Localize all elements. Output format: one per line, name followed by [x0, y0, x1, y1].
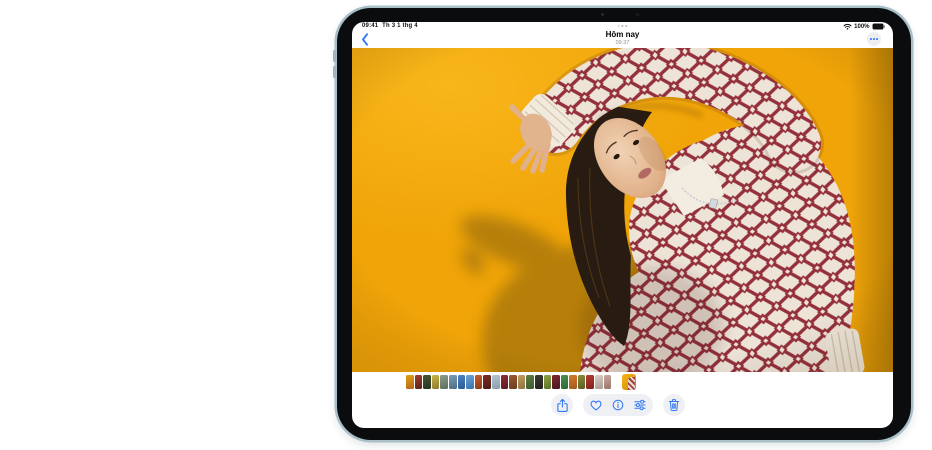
status-time: 09:41	[362, 23, 378, 29]
filmstrip-thumbnail[interactable]	[492, 375, 500, 389]
ellipsis-icon	[870, 38, 872, 40]
battery-icon	[872, 23, 885, 30]
filmstrip-selected-thumbnail[interactable]	[622, 374, 636, 390]
page: 09:41 Th 3 1 thg 4 100% Hôm nay	[0, 0, 932, 450]
favorite-button[interactable]	[587, 396, 605, 414]
delete-button[interactable]	[663, 394, 685, 416]
filmstrip-thumbnail[interactable]	[535, 375, 543, 389]
filmstrip-thumbnail[interactable]	[578, 375, 586, 389]
filmstrip-thumbnail[interactable]	[483, 375, 491, 389]
more-button[interactable]	[867, 32, 881, 46]
wifi-icon	[843, 23, 852, 30]
sensor-dot-icon	[636, 13, 639, 16]
filmstrip-thumbnail[interactable]	[475, 375, 483, 389]
filmstrip-thumbnail[interactable]	[432, 375, 440, 389]
filmstrip-thumbnail[interactable]	[440, 375, 448, 389]
filmstrip-thumbnail[interactable]	[423, 375, 431, 389]
filmstrip-thumbnail[interactable]	[561, 375, 569, 389]
filmstrip-thumbnail[interactable]	[518, 375, 526, 389]
status-date: Th 3 1 thg 4	[382, 23, 418, 29]
share-button[interactable]	[551, 394, 573, 416]
multitask-indicator[interactable]	[618, 25, 627, 27]
status-right: 100%	[843, 23, 885, 30]
info-icon	[612, 399, 624, 411]
filmstrip-thumbnail[interactable]	[415, 375, 423, 389]
filmstrip[interactable]	[406, 375, 611, 389]
info-button[interactable]	[609, 396, 627, 414]
filmstrip-thumbnail[interactable]	[595, 375, 603, 389]
photo-timestamp: 09:37	[352, 40, 893, 46]
sliders-icon	[634, 399, 646, 411]
screen: 09:41 Th 3 1 thg 4 100% Hôm nay	[352, 22, 893, 428]
toolbar-pill	[583, 394, 653, 416]
page-title: Hôm nay	[352, 30, 893, 39]
filmstrip-thumbnail[interactable]	[526, 375, 534, 389]
filmstrip-thumbnail[interactable]	[586, 375, 594, 389]
volume-up-button	[333, 50, 336, 62]
filmstrip-thumbnail[interactable]	[569, 375, 577, 389]
heart-icon	[590, 400, 602, 411]
volume-down-button	[333, 66, 336, 78]
filmstrip-thumbnail[interactable]	[552, 375, 560, 389]
filmstrip-thumbnail[interactable]	[501, 375, 509, 389]
photo-canvas[interactable]	[352, 48, 893, 372]
filmstrip-thumbnail[interactable]	[449, 375, 457, 389]
filmstrip-thumbnail[interactable]	[509, 375, 517, 389]
share-icon	[556, 398, 569, 413]
filmstrip-thumbnail[interactable]	[458, 375, 466, 389]
filmstrip-thumbnail[interactable]	[406, 375, 414, 389]
filmstrip-thumbnail[interactable]	[604, 375, 612, 389]
filmstrip-thumbnail[interactable]	[466, 375, 474, 389]
trash-icon	[668, 398, 680, 412]
status-time-date: 09:41 Th 3 1 thg 4	[362, 23, 418, 29]
filmstrip-thumbnail[interactable]	[544, 375, 552, 389]
front-camera-icon	[601, 13, 604, 16]
battery-percent: 100%	[854, 24, 869, 30]
adjust-button[interactable]	[631, 396, 649, 414]
ipad-frame: 09:41 Th 3 1 thg 4 100% Hôm nay	[337, 8, 911, 440]
